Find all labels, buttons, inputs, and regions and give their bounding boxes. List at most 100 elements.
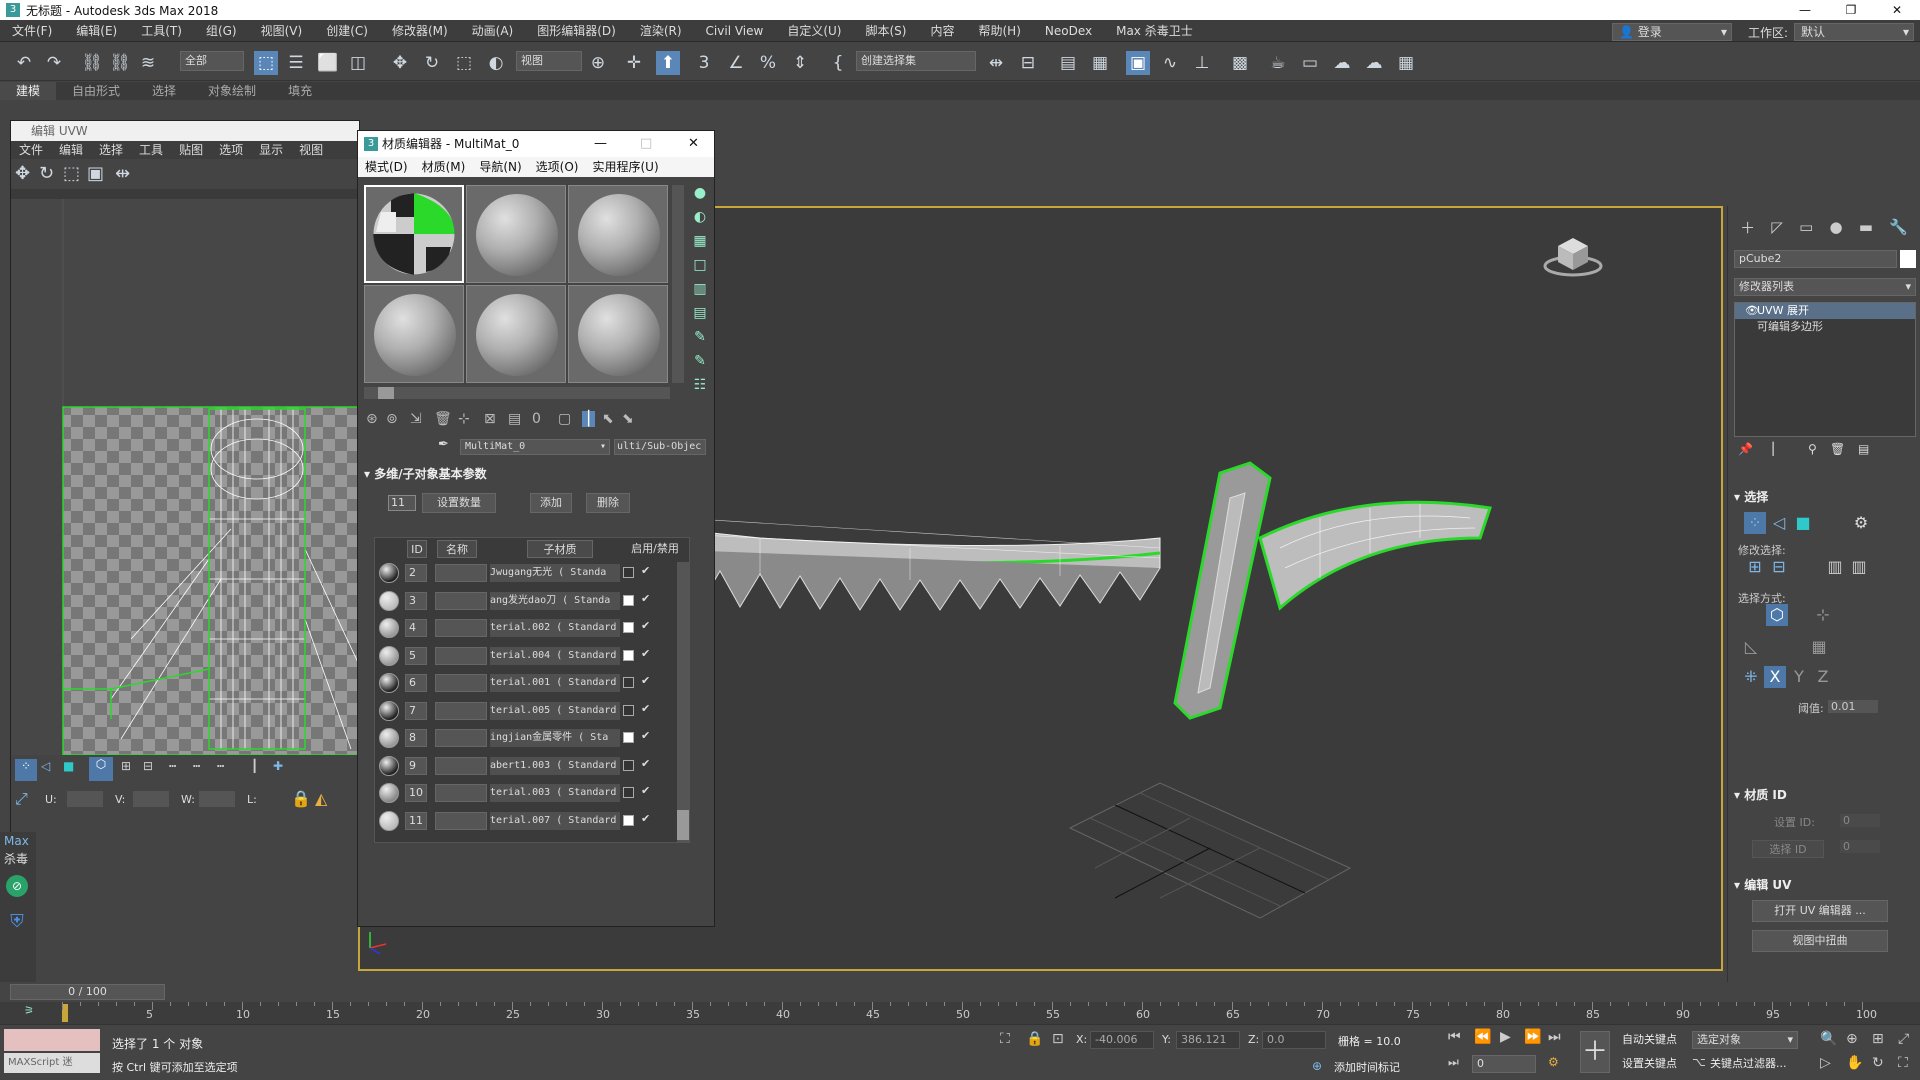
w-field[interactable] (199, 791, 235, 807)
remove-modifier-icon[interactable]: 🗑 (1830, 442, 1845, 456)
snaps-toggle-icon[interactable]: 3 (692, 51, 716, 75)
material-id-field[interactable]: 4 (405, 619, 427, 637)
mat-menu-options[interactable]: 选项(O) (529, 157, 586, 177)
hierarchy-tab-icon[interactable]: ▭ (1799, 218, 1813, 236)
polygon-select-icon[interactable]: ■ (1792, 512, 1814, 534)
u-field[interactable] (67, 791, 103, 807)
selection-lock-icon[interactable]: 🔒 (1026, 1031, 1043, 1047)
tab-populate[interactable]: 填充 (272, 82, 328, 100)
select-element-icon[interactable]: ⚙ (1850, 512, 1872, 534)
menu-graph-editors[interactable]: 图形编辑器(D) (525, 22, 628, 39)
placement-icon[interactable]: ◐ (484, 51, 508, 75)
key-mode-icon[interactable]: ⏭ (1448, 1055, 1459, 1070)
uv-shrink-icon[interactable]: ⊟ (143, 759, 153, 773)
tab-modeling[interactable]: 建模 (0, 82, 57, 100)
material-map-navigator-icon[interactable]: ☷ (688, 377, 712, 401)
uvw-menu-file[interactable]: 文件 (11, 141, 51, 159)
submaterial-button[interactable]: abert1.003 ( Standard (490, 756, 620, 775)
mat-maximize-button[interactable]: □ (640, 131, 652, 157)
material-preview-ball[interactable] (379, 728, 399, 748)
ribbon-toggle-icon[interactable]: ▣ (1126, 51, 1150, 75)
planar-angle-icon[interactable]: ▦ (1808, 636, 1830, 658)
menu-customize[interactable]: 自定义(U) (775, 22, 853, 39)
view-cube[interactable] (1543, 238, 1603, 277)
submaterial-button[interactable]: terial.007 ( Standard (490, 811, 620, 830)
diffuse-color-swatch[interactable] (623, 759, 634, 771)
go-to-start-icon[interactable]: ⏮ (1448, 1029, 1461, 1045)
motion-tab-icon[interactable]: ● (1829, 218, 1842, 236)
make-unique-icon[interactable]: ⊠ (484, 411, 496, 427)
menu-views[interactable]: 视图(V) (249, 22, 315, 39)
menu-tools[interactable]: 工具(T) (129, 22, 194, 39)
rect-selection-icon[interactable]: ⬜ (316, 51, 340, 75)
add-time-tag[interactable]: 添加时间标记 (1334, 1059, 1400, 1075)
workspace-dropdown[interactable]: 默认 ▾ (1794, 23, 1914, 41)
enable-checkbox[interactable]: ✔ (641, 729, 655, 745)
material-id-field[interactable]: 9 (405, 756, 427, 775)
diffuse-color-swatch[interactable] (623, 814, 634, 826)
open-uv-editor-button[interactable]: 打开 UV 编辑器 ... (1752, 900, 1888, 922)
uvw-menu-edit[interactable]: 编辑 (51, 141, 91, 159)
key-filters-button[interactable]: 关键点过滤器... (1710, 1055, 1787, 1073)
layer-explorer-icon[interactable]: ▦ (1088, 51, 1112, 75)
menu-antivirus[interactable]: Max 杀毒卫士 (1104, 22, 1205, 39)
current-frame-field[interactable]: 0 (1472, 1055, 1536, 1073)
submaterial-button[interactable]: ang发光dao刀 ( Standa (490, 591, 620, 610)
selection-rollout-title[interactable]: ▾ 选择 (1734, 488, 1916, 505)
material-id-field[interactable]: 6 (405, 674, 427, 692)
go-to-end-icon[interactable]: ⏭ (1548, 1029, 1561, 1045)
next-frame-icon[interactable]: ⏩ (1524, 1029, 1541, 1045)
uv-scale-icon[interactable]: ⬚ (63, 163, 80, 184)
material-id-field[interactable]: 10 (405, 784, 427, 802)
uv-rotate-icon[interactable]: ↻ (39, 163, 54, 184)
track-bar[interactable]: ⚞ 5 10 15 20 25 30 35 40 45 50 55 60 65 70 75 80 85 90 95 1… (0, 1002, 1920, 1024)
uv-paint-select-icon[interactable]: ┅ (217, 759, 224, 773)
diffuse-color-swatch[interactable] (623, 732, 634, 743)
uvw-menu-select[interactable]: 选择 (91, 141, 131, 159)
menu-rendering[interactable]: 渲染(R) (628, 22, 694, 39)
field-of-view-icon[interactable]: ▷ (1820, 1055, 1831, 1071)
tab-object-paint[interactable]: 对象绘制 (192, 82, 272, 100)
diffuse-color-swatch[interactable] (623, 594, 634, 606)
put-to-library-icon[interactable]: ▤ (508, 411, 521, 427)
spinner-snap-icon[interactable]: ⇕ (788, 51, 812, 75)
tweak-in-view-button[interactable]: 视图中扭曲 (1752, 930, 1888, 952)
tab-freeform[interactable]: 自由形式 (56, 82, 136, 100)
sample-type-icon[interactable]: ● (688, 185, 712, 209)
scene-explorer-icon[interactable]: ▤ (1056, 51, 1080, 75)
uvw-menu-mapping[interactable]: 贴图 (171, 141, 211, 159)
zoom-extents-icon[interactable]: ⊞ (1872, 1031, 1884, 1047)
material-preview-ball[interactable] (379, 563, 399, 583)
sample-slot[interactable] (568, 285, 668, 383)
menu-scripting[interactable]: 脚本(S) (853, 22, 918, 39)
material-preview-ball[interactable] (379, 700, 399, 721)
sample-slot[interactable] (466, 185, 566, 283)
material-preview-ball[interactable] (379, 755, 399, 776)
material-preview-ball[interactable] (379, 618, 399, 638)
maximize-viewport-icon[interactable]: ⛶ (1898, 1055, 1908, 1071)
time-config-icon[interactable]: ⚙ (1548, 1055, 1559, 1069)
menu-help[interactable]: 帮助(H) (966, 22, 1032, 39)
percent-snap-icon[interactable]: % (756, 51, 780, 75)
shield-icon[interactable]: ⛨ (6, 911, 28, 933)
submaterial-button[interactable]: ingjian金属零件 ( Sta (490, 729, 620, 747)
link-icon[interactable]: ⛓ (80, 51, 104, 75)
sample-slot[interactable] (364, 285, 464, 383)
modify-tab-icon[interactable]: ◸ (1771, 218, 1783, 236)
pin-stack-icon[interactable]: 📌 (1738, 442, 1753, 456)
lock-icon[interactable]: 🔒 (291, 789, 311, 808)
edit-named-selection-icon[interactable]: { (826, 51, 850, 75)
material-preview-ball[interactable] (379, 673, 399, 693)
material-preview-ball[interactable] (379, 590, 399, 611)
bind-space-warp-icon[interactable]: ≋ (136, 51, 160, 75)
show-shaded-material-icon[interactable]: ▢ (558, 411, 571, 427)
material-name-input[interactable] (435, 701, 487, 720)
enable-checkbox[interactable]: ✔ (641, 757, 655, 773)
loop-icon[interactable]: ▥ (1824, 556, 1846, 578)
material-name-input[interactable] (435, 784, 487, 802)
zoom-icon[interactable]: 🔍 (1820, 1031, 1837, 1047)
get-material-icon[interactable]: ⊛ (366, 411, 378, 427)
material-preview-ball[interactable] (379, 783, 399, 803)
enable-checkbox[interactable]: ✔ (641, 812, 655, 828)
submaterial-button[interactable]: terial.005 ( Standard (490, 701, 620, 720)
